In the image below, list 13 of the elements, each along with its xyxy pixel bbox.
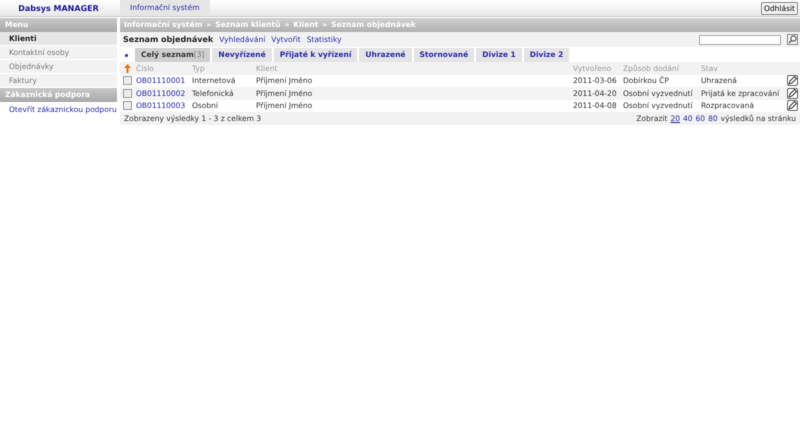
row-checkbox[interactable] <box>122 101 132 110</box>
row-checkbox[interactable] <box>122 88 132 98</box>
search-button[interactable] <box>787 34 798 45</box>
sort-arrow-icon[interactable] <box>124 64 130 73</box>
page-title: Seznam objednávek <box>123 35 214 44</box>
edit-button[interactable] <box>787 88 798 99</box>
edit-button[interactable] <box>787 75 798 86</box>
search-field[interactable] <box>699 34 781 44</box>
app-title: Dabsys MANAGER <box>18 4 99 12</box>
search-icon <box>788 35 797 44</box>
edit-button[interactable] <box>787 100 798 112</box>
row-checkbox[interactable] <box>122 76 132 86</box>
bullet-icon <box>125 54 128 56</box>
